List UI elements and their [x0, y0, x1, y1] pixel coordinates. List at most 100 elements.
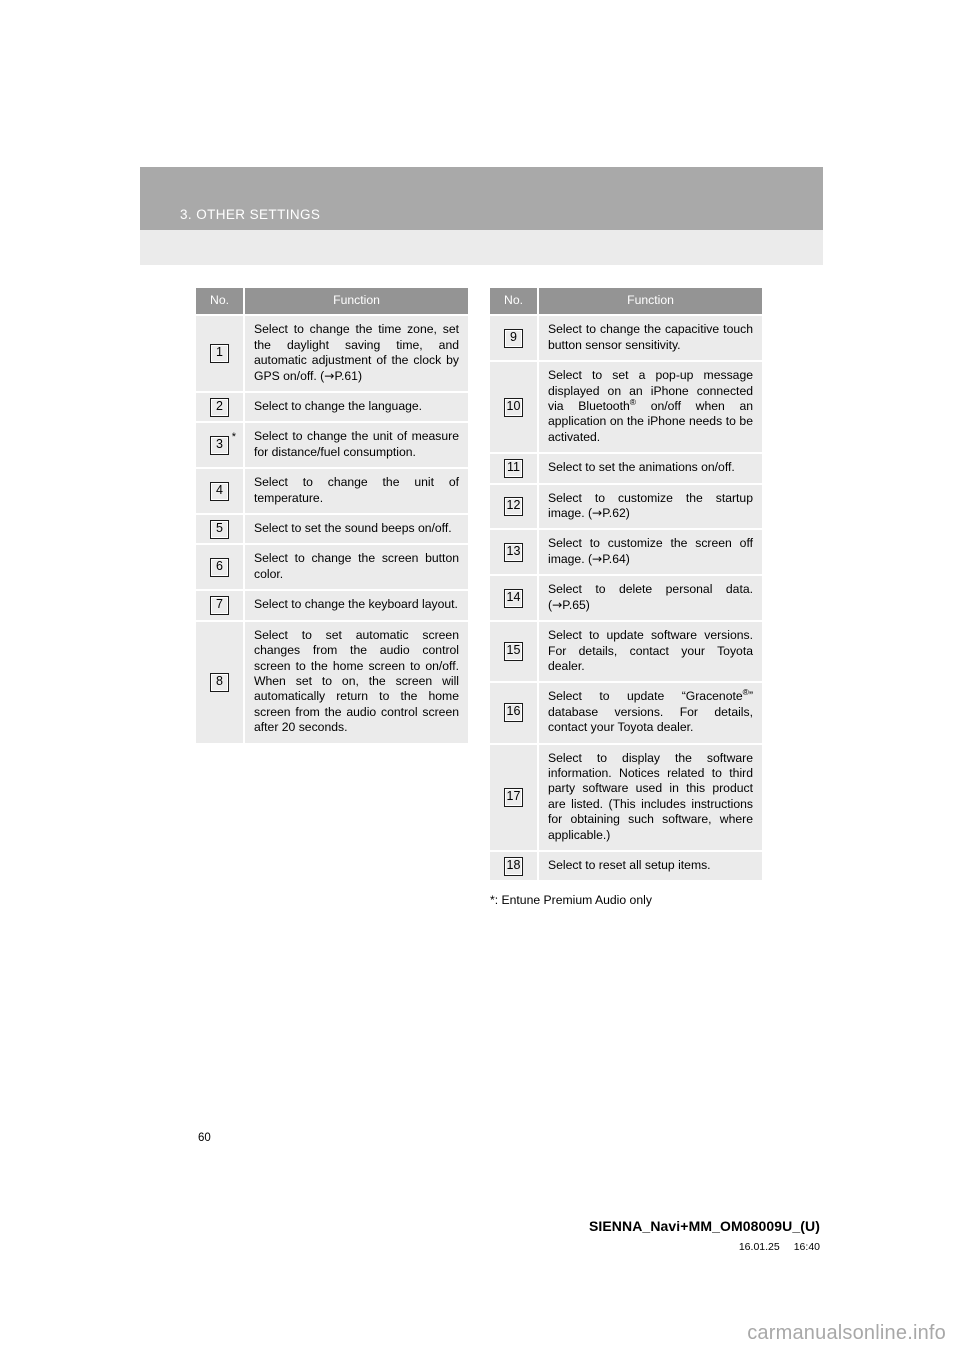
- number-box: 10: [503, 397, 524, 417]
- number-box: 6: [210, 557, 229, 577]
- table-row: 14 Select to delete personal data. (→P.65…: [490, 574, 762, 622]
- settings-table-right: No. Function 9 Select to change the capac…: [490, 288, 762, 881]
- row-number-cell: 9: [490, 314, 539, 362]
- row-number-cell: 18: [490, 849, 539, 881]
- number-badge: 13: [503, 542, 524, 562]
- row-number-cell: 2: [196, 391, 245, 423]
- table-row: 10 Select to set a pop-up message display…: [490, 360, 762, 454]
- row-function-cell: Select to set automatic screen changes f…: [244, 619, 468, 743]
- table-row: 9 Select to change the capacitive touch b…: [490, 314, 762, 362]
- table-row: 4 Select to change the unit of temperatur…: [196, 467, 468, 515]
- number-badge: 17: [503, 787, 524, 807]
- number-badge: 5: [210, 519, 229, 539]
- row-number-cell: 8: [196, 619, 245, 743]
- row-number-cell: 13: [490, 528, 539, 576]
- number-badge: 12: [503, 497, 524, 517]
- number-box: 7: [210, 595, 229, 615]
- row-function-cell: Select to delete personal data. (→P.65): [538, 574, 762, 622]
- number-box: 11: [504, 458, 523, 478]
- row-number-cell: 5: [196, 513, 245, 545]
- footer-document-id: SIENNA_Navi+MM_OM08009U_(U): [588, 1218, 820, 1234]
- table-row: 11 Select to set the animations on/off.: [490, 452, 762, 484]
- number-box: 5: [210, 519, 229, 539]
- row-number-cell: 4: [196, 467, 245, 515]
- number-box: 8: [210, 672, 229, 692]
- page-title: 3. OTHER SETTINGS: [180, 207, 321, 222]
- row-function-cell: Select to reset all setup items.: [538, 849, 762, 881]
- number-box: 15: [503, 642, 524, 662]
- number-badge: 14: [503, 588, 524, 608]
- number-badge: 9: [504, 328, 523, 348]
- page-number: 60: [198, 1132, 211, 1144]
- number-box: 16: [503, 703, 524, 723]
- number-badge: 15: [503, 642, 524, 662]
- row-function-cell: Select to update “Gracenote®” database v…: [538, 681, 762, 744]
- column-header-no: No.: [196, 288, 245, 316]
- row-function-cell: Select to change the language.: [244, 391, 468, 423]
- number-badge: 16: [503, 703, 524, 723]
- table-row: 12 Select to customize the startup image.…: [490, 482, 762, 530]
- table-row: 18 Select to reset all setup items.: [490, 849, 762, 881]
- number-badge: 18: [503, 856, 524, 876]
- footer-timestamp: 16.01.25 16:40: [739, 1241, 820, 1253]
- table-row: 3 * Select to change the unit of measure f…: [196, 421, 468, 469]
- row-function-cell: Select to customize the screen off image…: [538, 528, 762, 576]
- row-number-cell: 14: [490, 574, 539, 622]
- table-row: 16 Select to update “Gracenote®” database…: [490, 681, 762, 744]
- row-function-cell: Select to change the unit of temperature…: [244, 467, 468, 515]
- settings-table-left: No. Function 1 Select to change the time …: [196, 288, 468, 743]
- number-box: 13: [503, 542, 524, 562]
- number-box: 18: [503, 856, 524, 876]
- table-row: 13 Select to customize the screen off ima…: [490, 528, 762, 576]
- footnote-marker: *: [231, 430, 236, 443]
- row-function-cell: Select to set a pop-up message displayed…: [538, 360, 762, 454]
- table-row: 7 Select to change the keyboard layout.: [196, 589, 468, 621]
- number-badge: 2: [210, 397, 229, 417]
- table-footnote: *: Entune Premium Audio only: [490, 893, 652, 907]
- row-number-cell: 7: [196, 589, 245, 621]
- table-header-row: No. Function: [490, 288, 762, 316]
- chapter-header-subband: [140, 230, 823, 265]
- row-function-cell: Select to change the capacitive touch bu…: [538, 314, 762, 362]
- site-watermark: carmanualsonline.info: [747, 1322, 946, 1344]
- row-function-cell: Select to update software versions. For …: [538, 620, 762, 683]
- row-function-cell: Select to change the screen button color…: [244, 543, 468, 591]
- table-row: 15 Select to update software versions. Fo…: [490, 620, 762, 683]
- table-row: 17 Select to display the software informa…: [490, 742, 762, 851]
- row-function-cell: Select to change the unit of measure for…: [244, 421, 468, 469]
- number-box: 17: [503, 787, 524, 807]
- number-badge: 8: [210, 672, 229, 692]
- row-number-cell: 11: [490, 452, 539, 484]
- table-header-row: No. Function: [196, 288, 468, 316]
- number-box: 4: [210, 481, 229, 501]
- row-number-cell: 10: [490, 360, 539, 454]
- row-number-cell: 3 *: [196, 421, 245, 469]
- number-box: 14: [503, 588, 524, 608]
- row-function-cell: Select to change the keyboard layout.: [244, 589, 468, 621]
- number-badge: 1: [210, 344, 229, 364]
- table-row: 6 Select to change the screen button colo…: [196, 543, 468, 591]
- row-number-cell: 16: [490, 681, 539, 744]
- row-number-cell: 12: [490, 482, 539, 530]
- footer-time: 16:40: [793, 1241, 820, 1253]
- column-header-function: Function: [538, 288, 762, 316]
- table-row: 5 Select to set the sound beeps on/off.: [196, 513, 468, 545]
- number-badge: 3 *: [210, 431, 236, 455]
- row-function-cell: Select to set the animations on/off.: [538, 452, 762, 484]
- left-table-body: 1 Select to change the time zone, set the…: [196, 314, 468, 743]
- row-function-cell: Select to customize the startup image. (…: [538, 482, 762, 530]
- number-box: 1: [210, 344, 229, 364]
- number-badge: 11: [504, 458, 523, 478]
- footer-date: 16.01.25: [738, 1241, 780, 1253]
- table-row: 2 Select to change the language.: [196, 391, 468, 423]
- row-function-cell: Select to change the time zone, set the …: [244, 314, 468, 393]
- table-row: 8 Select to set automatic screen changes …: [196, 619, 468, 743]
- column-header-no: No.: [490, 288, 539, 316]
- row-number-cell: 17: [490, 742, 539, 851]
- number-badge: 7: [210, 595, 229, 615]
- number-badge: 6: [210, 557, 229, 577]
- row-number-cell: 1: [196, 314, 245, 393]
- number-box: 3: [210, 435, 229, 455]
- chapter-header-band: 3. OTHER SETTINGS: [140, 167, 823, 230]
- number-box: 9: [504, 328, 523, 348]
